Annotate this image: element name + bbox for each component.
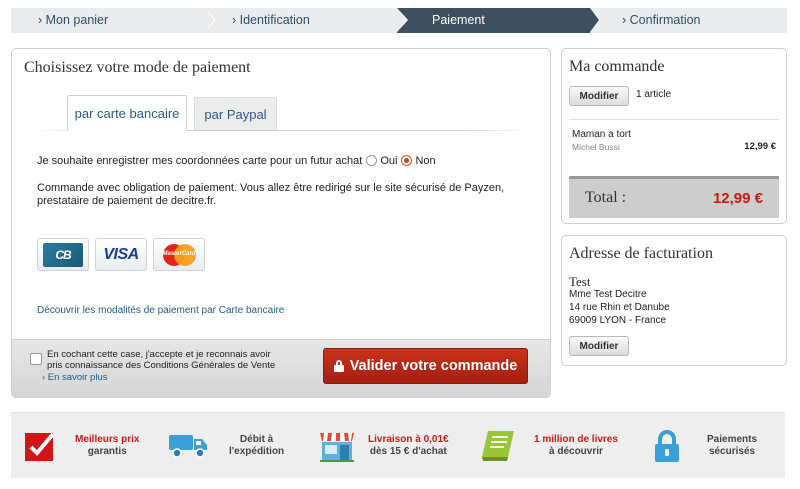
padlock-icon [655,430,679,462]
shop-icon [320,433,354,462]
card-logos: CB VISA MasterCard [37,238,205,271]
billing-address-panel: Adresse de facturation Test Mme Test Dec… [561,235,787,366]
checkout-steps: › Mon panier › Identification Paiement ›… [11,8,787,33]
order-item-title: Maman a tort [572,129,631,140]
delivery-truck-icon [169,435,207,458]
mastercard-logo: MasterCard [162,250,196,257]
payment-panel: Choisissez votre mode de paiement par ca… [11,48,551,398]
visa-card-icon: VISA [95,238,147,271]
mastercard-card-icon: MasterCard [153,238,205,271]
validate-order-label: Valider votre commande [349,358,518,374]
validate-order-button[interactable]: Valider votre commande [323,348,528,384]
order-summary-panel: Ma commande Modifier 1 article Maman a t… [561,48,787,224]
step-confirmation: › Confirmation [590,8,787,33]
order-item-author: Michel Bussi [572,142,620,152]
save-card-question: Je souhaite enregistrer mes coordonnées … [37,155,363,167]
order-total-value: 12,99 € [712,190,763,207]
billing-line: 14 rue Rhin et Danube [569,302,670,313]
order-title: Ma commande [569,58,665,75]
cgv-text: En cochant cette case, j'accepte et je r… [47,349,276,371]
divider [569,119,779,120]
reassurance-secure-payment: Paiements sécurisés [653,413,757,479]
lock-icon [333,360,344,372]
payment-tabs: par carte bancaire par Paypal [12,95,550,131]
reassurance-delivery: Livraison à 0,01€ dès 15 € d'achat [318,413,449,479]
reassurance-bar: Meilleurs prix garantis Débit à l'expédi… [11,412,785,478]
reassurance-text: Paiements sécurisés [707,434,758,457]
panel-title: Choisissez votre mode de paiement [24,59,251,76]
step-label: › Mon panier [38,13,109,27]
radio-oui[interactable] [366,154,378,166]
modify-order-button[interactable]: Modifier [569,86,629,106]
cb-card-icon: CB [37,238,89,271]
discover-payment-link[interactable]: Découvrir les modalités de paiement par … [37,305,284,316]
tab-paypal[interactable]: par Paypal [194,97,277,130]
checkmark-icon [25,432,55,461]
order-item-price: 12,99 € [744,141,776,152]
cgv-checkbox[interactable] [30,353,42,365]
cb-logo: CB [43,242,83,267]
order-total: Total : 12,99 € [569,176,779,218]
book-icon [482,431,514,461]
payment-notice: Commande avec obligation de paiement. Vo… [37,182,505,207]
reassurance-debit: Débit à l'expédition [169,413,284,479]
tab-carte-bancaire[interactable]: par carte bancaire [67,95,187,131]
modify-billing-button[interactable]: Modifier [569,336,629,356]
billing-name: Test [569,274,591,289]
reassurance-text: Meilleurs prix garantis [75,434,140,457]
cgv-more-link[interactable]: › En savoir plus [42,372,107,383]
order-total-label: Total : [585,189,627,206]
step-label: Paiement [432,13,485,27]
step-paiement: Paiement [397,8,601,33]
step-label: › Confirmation [622,13,701,27]
radio-oui-label: Oui [380,155,398,167]
billing-line: Mme Test Decitre [569,289,647,300]
order-count: 1 article [636,89,672,100]
validation-footer: En cochant cette case, j'accepte et je r… [12,339,550,397]
step-mon-panier[interactable]: › Mon panier [11,8,216,33]
reassurance-million-books: 1 million de livres à découvrir [480,413,618,479]
reassurance-best-price: Meilleurs prix garantis [25,413,139,479]
billing-title: Adresse de facturation [569,245,713,262]
radio-non-label: Non [415,155,436,167]
reassurance-text: Débit à l'expédition [229,434,285,457]
save-card-row: Je souhaite enregistrer mes coordonnées … [37,154,436,167]
step-label: › Identification [232,13,310,27]
step-identification[interactable]: › Identification [205,8,408,33]
billing-line: 69009 LYON - France [569,315,667,326]
visa-logo: VISA [103,245,139,263]
reassurance-text: Livraison à 0,01€ dès 15 € d'achat [368,434,449,457]
radio-non[interactable] [401,154,413,166]
reassurance-text: 1 million de livres à découvrir [534,434,618,457]
